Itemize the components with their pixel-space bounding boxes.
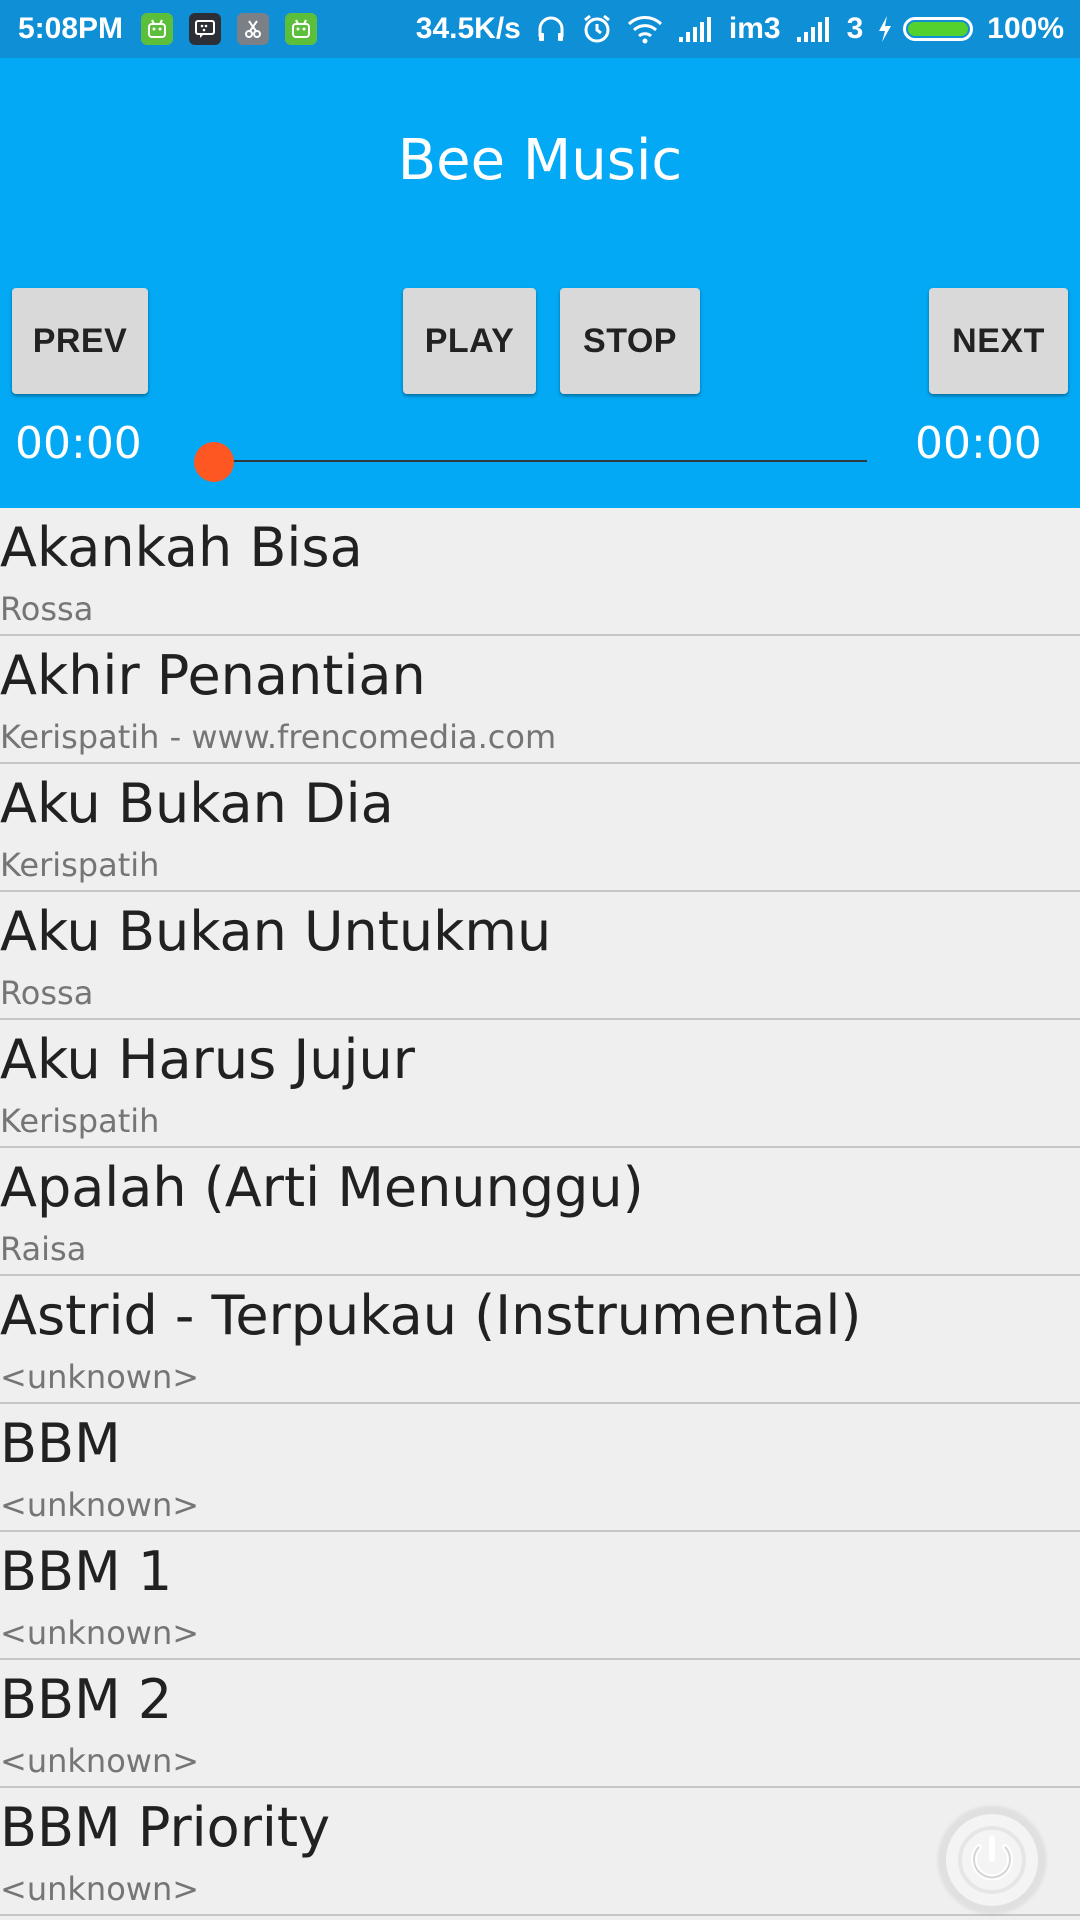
song-artist: Raisa <box>0 1230 87 1268</box>
song-list-item[interactable]: BBM 2 <unknown> <box>0 1660 1080 1788</box>
net-speed: 34.5K/s <box>415 12 521 45</box>
app-title: Bee Music <box>397 128 683 193</box>
song-title: BBM Priority <box>0 1796 331 1859</box>
song-list-item[interactable]: BBM <unknown> <box>0 1404 1080 1532</box>
song-title: Aku Bukan Untukmu <box>0 900 552 963</box>
bbm-icon <box>189 13 222 45</box>
song-artist: Kerispatih <box>0 846 160 884</box>
player-header: Bee Music PREV PLAY STOP NEXT 00:00 00:0… <box>0 58 1080 508</box>
song-list-item[interactable]: BBM 1 <unknown> <box>0 1532 1080 1660</box>
song-title: Apalah (Arti Menunggu) <box>0 1156 644 1219</box>
headphones-icon <box>535 13 567 45</box>
status-time: 5:08PM <box>18 12 124 45</box>
seek-bar[interactable] <box>213 460 867 462</box>
song-title: Aku Harus Jujur <box>0 1028 415 1091</box>
song-list-item[interactable]: Aku Harus Jujur Kerispatih <box>0 1020 1080 1148</box>
song-artist: <unknown> <box>0 1742 200 1780</box>
scissor-icon <box>237 13 270 45</box>
song-artist: <unknown> <box>0 1486 200 1524</box>
song-artist: Rossa <box>0 590 94 628</box>
song-title: BBM 2 <box>0 1668 173 1731</box>
song-title: Akankah Bisa <box>0 516 363 579</box>
song-artist: <unknown> <box>0 1614 200 1652</box>
android-icon <box>285 13 318 45</box>
song-title: Astrid - Terpukau (Instrumental) <box>0 1284 862 1347</box>
total-time: 00:00 <box>915 418 1042 469</box>
next-button[interactable]: NEXT <box>929 288 1068 394</box>
song-list-item[interactable]: Aku Bukan Dia Kerispatih <box>0 764 1080 892</box>
signal-icon <box>677 15 715 43</box>
song-list-item[interactable]: BBM Priority <unknown> <box>0 1788 1080 1916</box>
song-title: BBM <box>0 1412 121 1475</box>
wifi-icon <box>627 14 663 44</box>
android-icon <box>141 13 174 45</box>
prev-button[interactable]: PREV <box>12 288 148 394</box>
signal-icon <box>795 15 833 43</box>
song-artist: <unknown> <box>0 1870 200 1908</box>
battery-icon <box>903 17 974 41</box>
song-list-item[interactable]: Akankah Bisa Rossa <box>0 508 1080 636</box>
song-title: Aku Bukan Dia <box>0 772 394 835</box>
song-list-item[interactable]: Apalah (Arti Menunggu) Raisa <box>0 1148 1080 1276</box>
play-button[interactable]: PLAY <box>403 288 536 394</box>
battery-level <box>908 22 969 36</box>
song-list-item[interactable]: Astrid - Terpukau (Instrumental) <unknown… <box>0 1276 1080 1404</box>
song-title: BBM 1 <box>0 1540 173 1603</box>
song-title: Akhir Penantian <box>0 644 426 707</box>
power-button[interactable] <box>940 1808 1044 1912</box>
current-time: 00:00 <box>15 418 142 469</box>
song-artist: Kerispatih <box>0 1102 160 1140</box>
song-list-item[interactable]: Akhir Penantian Kerispatih - www.frencome… <box>0 636 1080 764</box>
charging-icon <box>877 15 893 43</box>
song-list: Akankah Bisa Rossa Akhir Penantian Kerispat… <box>0 508 1080 1916</box>
sim2-label: 3 <box>846 12 864 45</box>
battery-percent: 100% <box>987 12 1064 45</box>
song-artist: <unknown> <box>0 1358 200 1396</box>
alarm-icon <box>581 13 613 45</box>
song-artist: Rossa <box>0 974 94 1012</box>
song-list-item[interactable]: Aku Bukan Untukmu Rossa <box>0 892 1080 1020</box>
status-bar: 5:08PM 34.5K/s im3 3 100% <box>0 0 1080 58</box>
song-artist: Kerispatih - www.frencomedia.com <box>0 718 557 756</box>
seek-thumb[interactable] <box>194 442 234 482</box>
power-icon <box>958 1826 1026 1894</box>
carrier-label: im3 <box>728 12 781 45</box>
stop-button[interactable]: STOP <box>560 288 700 394</box>
